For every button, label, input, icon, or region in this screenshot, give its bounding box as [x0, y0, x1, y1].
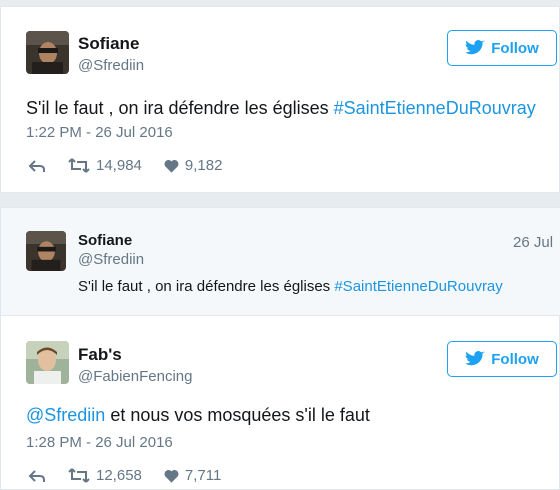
retweet-icon	[68, 158, 90, 173]
tweet-actions: 14,984 9,182	[28, 157, 244, 174]
follow-label: Follow	[491, 39, 539, 57]
like-count: 7,711	[184, 467, 222, 484]
follow-button[interactable]: Follow	[447, 341, 557, 377]
tweet-body: et nous vos mosquées s'il le faut	[105, 405, 370, 425]
avatar[interactable]	[26, 231, 66, 271]
avatar[interactable]	[26, 31, 69, 74]
bird-icon	[465, 351, 485, 366]
tweet-card-1: Sofiane @Sfrediin Follow S'il le faut , …	[0, 6, 560, 193]
author-handle[interactable]: @FabienFencing	[78, 368, 192, 385]
quoted-hashtag-link[interactable]: #SaintEtienneDuRouvray	[334, 278, 502, 295]
author-handle[interactable]: @Sfrediin	[78, 57, 144, 74]
tweet-actions: 12,658 7,711	[28, 467, 243, 484]
mention-link[interactable]: @Sfrediin	[26, 405, 105, 425]
bird-icon	[465, 40, 485, 55]
like-button[interactable]: 7,711	[164, 467, 221, 484]
author-name[interactable]: Fab's	[78, 345, 122, 365]
retweet-count: 12,658	[96, 467, 142, 484]
reply-icon	[28, 159, 45, 172]
retweet-count: 14,984	[96, 157, 142, 174]
retweet-button[interactable]: 14,984	[68, 157, 142, 174]
tweet-timestamp[interactable]: 1:22 PM - 26 Jul 2016	[26, 124, 173, 141]
reply-button[interactable]	[28, 159, 46, 173]
reply-icon	[28, 469, 45, 482]
follow-button[interactable]: Follow	[447, 30, 557, 66]
like-count: 9,182	[184, 157, 223, 174]
tweet-body: S'il le faut , on ira défendre les églis…	[26, 98, 334, 118]
quoted-author-name[interactable]: Sofiane	[78, 232, 132, 249]
retweet-button[interactable]: 12,658	[68, 467, 142, 484]
tweet-text: S'il le faut , on ira défendre les églis…	[26, 98, 536, 119]
quoted-tweet[interactable]: Sofiane @Sfrediin 26 Jul S'il le faut , …	[1, 208, 560, 316]
hashtag-link[interactable]: #SaintEtienneDuRouvray	[334, 98, 536, 118]
heart-icon	[164, 159, 179, 173]
reply-button[interactable]	[28, 469, 46, 483]
quoted-body: S'il le faut , on ira défendre les églis…	[78, 278, 335, 295]
quoted-author-handle[interactable]: @Sfrediin	[78, 251, 144, 268]
tweet-text: @Sfrediin et nous vos mosquées s'il le f…	[26, 405, 370, 426]
quoted-text: S'il le faut , on ira défendre les églis…	[78, 278, 503, 295]
tweet-card-2: Sofiane @Sfrediin 26 Jul S'il le faut , …	[0, 207, 560, 490]
quoted-date[interactable]: 26 Jul	[513, 234, 553, 251]
like-button[interactable]: 9,182	[164, 157, 223, 174]
heart-icon	[164, 469, 179, 483]
author-name[interactable]: Sofiane	[78, 34, 139, 54]
follow-label: Follow	[491, 350, 539, 368]
tweet-timestamp[interactable]: 1:28 PM - 26 Jul 2016	[26, 434, 173, 451]
avatar[interactable]	[26, 341, 69, 384]
retweet-icon	[68, 468, 90, 483]
